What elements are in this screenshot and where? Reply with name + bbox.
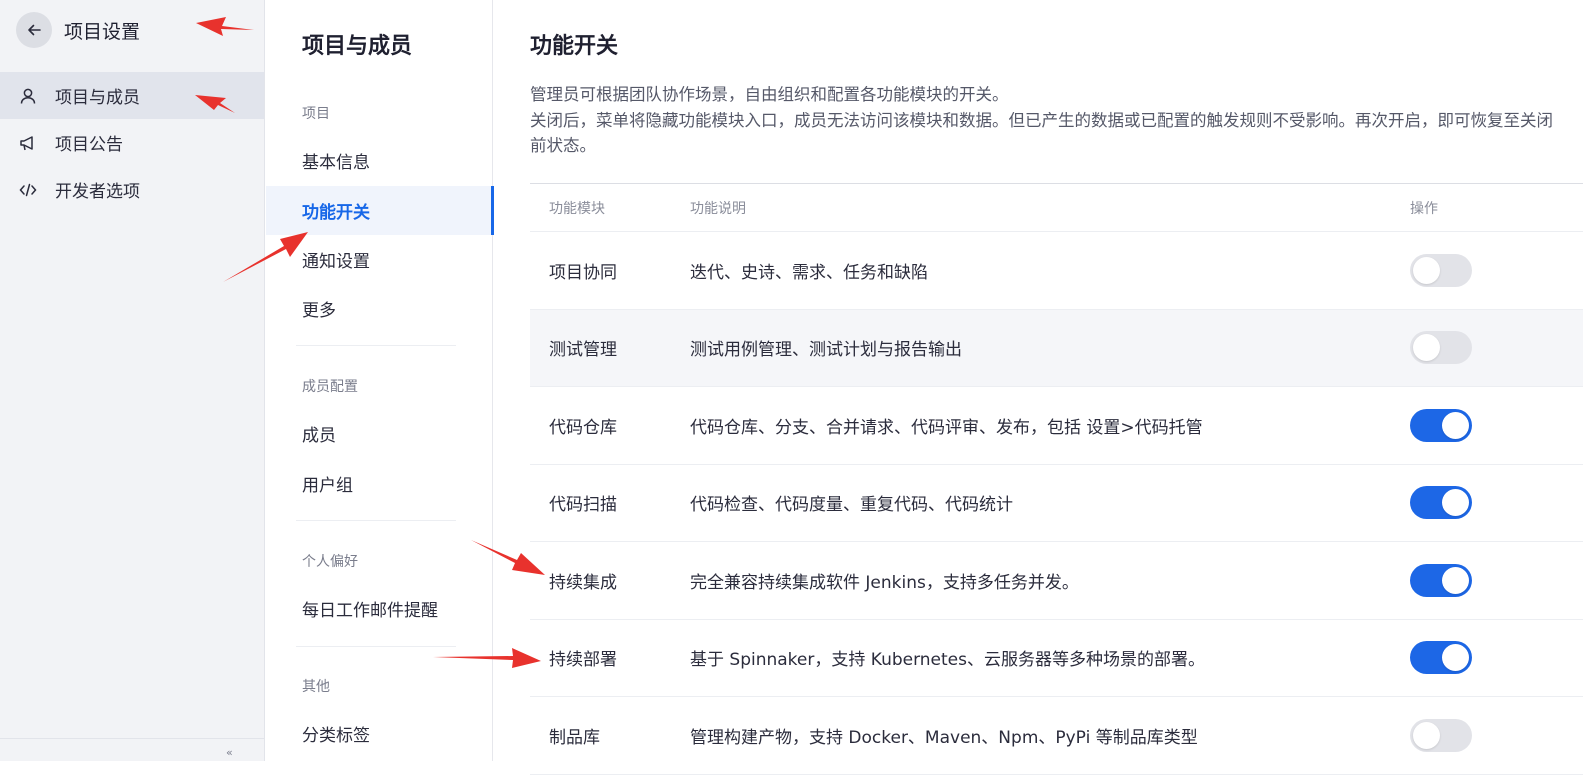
description-line: 关闭后，菜单将隐藏功能模块入口，成员无法访问该模块和数据。但已产生的数据或已配置… xyxy=(530,110,1553,156)
toggle-knob xyxy=(1442,566,1469,594)
toggle-knob xyxy=(1413,334,1440,362)
sidebar-item-label: 项目与成员 xyxy=(55,88,140,108)
collapse-icon[interactable]: « xyxy=(226,746,233,759)
module-description: 测试用例管理、测试计划与报告输出 xyxy=(690,340,962,361)
subnav-item-daily-email[interactable]: 每日工作邮件提醒 xyxy=(266,584,493,633)
table-row: 持续集成 完全兼容持续集成软件 Jenkins，支持多任务并发。 xyxy=(530,542,1583,620)
sidebar-bottom-divider xyxy=(0,738,264,739)
module-description: 完全兼容持续集成软件 Jenkins，支持多任务并发。 xyxy=(690,572,1079,593)
table-row: 项目协同 迭代、史诗、需求、任务和缺陷 xyxy=(530,232,1583,310)
module-description: 基于 Spinnaker，支持 Kubernetes、云服务器等多种场景的部署。 xyxy=(690,650,1205,671)
user-icon xyxy=(18,86,38,106)
column-header-action: 操作 xyxy=(1410,200,1438,217)
module-name: 制品库 xyxy=(549,727,600,748)
module-name: 测试管理 xyxy=(549,340,617,361)
subnav-item-members[interactable]: 成员 xyxy=(266,409,493,458)
sidebar-item-label: 项目公告 xyxy=(55,135,123,155)
module-name: 项目协同 xyxy=(549,262,617,283)
megaphone-icon xyxy=(18,133,38,153)
toggle-knob xyxy=(1442,411,1469,439)
subnav-group-label: 个人偏好 xyxy=(302,554,358,570)
toggle-knob xyxy=(1413,256,1440,284)
subnav-item-more[interactable]: 更多 xyxy=(266,284,493,333)
sidebar-item-announcements[interactable]: 项目公告 xyxy=(0,119,264,166)
sidebar-item-developer-options[interactable]: 开发者选项 xyxy=(0,166,264,213)
subnav-item-feature-toggles[interactable]: 功能开关 xyxy=(266,186,494,235)
module-description: 代码检查、代码度量、重复代码、代码统计 xyxy=(690,495,1013,516)
code-icon xyxy=(18,180,38,200)
module-name: 持续集成 xyxy=(549,572,617,593)
feature-table: 功能模块 功能说明 操作 项目协同 迭代、史诗、需求、任务和缺陷 测试管理 测试… xyxy=(530,183,1583,775)
subnav-divider xyxy=(296,345,456,346)
subnav-group-label: 项目 xyxy=(302,106,330,122)
toggle-knob xyxy=(1442,644,1469,672)
subnav-divider xyxy=(296,520,456,521)
back-button[interactable] xyxy=(16,12,52,48)
subnav-group-label: 其他 xyxy=(302,679,330,695)
module-name: 代码仓库 xyxy=(549,417,617,438)
page-title: 功能开关 xyxy=(530,34,619,59)
settings-subnav: 项目与成员 项目 基本信息 功能开关 通知设置 更多 成员配置 成员 用户组 个… xyxy=(266,0,494,761)
table-header: 功能模块 功能说明 操作 xyxy=(530,184,1583,232)
sidebar-header: 项目设置 xyxy=(16,12,140,48)
module-toggle[interactable] xyxy=(1410,253,1472,287)
module-description: 管理构建产物，支持 Docker、Maven、Npm、PyPi 等制品库类型 xyxy=(690,727,1198,748)
module-toggle[interactable] xyxy=(1410,641,1472,675)
sidebar-title: 项目设置 xyxy=(64,20,141,43)
subnav-item-user-groups[interactable]: 用户组 xyxy=(266,459,493,508)
sidebar-item-project-members[interactable]: 项目与成员 xyxy=(0,72,264,119)
module-description: 代码仓库、分支、合并请求、代码评审、发布，包括 设置>代码托管 xyxy=(690,417,1203,438)
module-description: 迭代、史诗、需求、任务和缺陷 xyxy=(690,262,928,283)
subnav-group-label: 成员配置 xyxy=(302,379,358,395)
column-header-module: 功能模块 xyxy=(549,200,605,217)
module-name: 持续部署 xyxy=(549,650,617,671)
subnav-item-category-tags[interactable]: 分类标签 xyxy=(266,709,493,758)
table-row: 持续部署 基于 Spinnaker，支持 Kubernetes、云服务器等多种场… xyxy=(530,620,1583,697)
module-name: 代码扫描 xyxy=(549,495,617,516)
column-header-description: 功能说明 xyxy=(690,200,746,217)
arrow-left-icon xyxy=(28,24,41,36)
module-toggle[interactable] xyxy=(1410,408,1472,442)
table-row: 代码扫描 代码检查、代码度量、重复代码、代码统计 xyxy=(530,465,1583,542)
table-row: 制品库 管理构建产物，支持 Docker、Maven、Npm、PyPi 等制品库… xyxy=(530,697,1583,775)
toggle-knob xyxy=(1413,721,1440,749)
table-row: 代码仓库 代码仓库、分支、合并请求、代码评审、发布，包括 设置>代码托管 xyxy=(530,387,1583,465)
subnav-divider xyxy=(296,646,456,647)
table-row: 测试管理 测试用例管理、测试计划与报告输出 xyxy=(530,309,1583,387)
project-settings-sidebar: 项目设置 项目与成员 项目公告 开发者选项 « xyxy=(0,0,265,761)
page-description: 管理员可根据团队协作场景，自由组织和配置各功能模块的开关。 关闭后，菜单将隐藏功… xyxy=(530,82,1560,159)
description-line: 管理员可根据团队协作场景，自由组织和配置各功能模块的开关。 xyxy=(530,85,1009,104)
module-toggle[interactable] xyxy=(1410,563,1472,597)
module-toggle[interactable] xyxy=(1410,331,1472,365)
subnav-item-notifications[interactable]: 通知设置 xyxy=(266,235,493,284)
sidebar-item-label: 开发者选项 xyxy=(55,182,140,202)
subnav-title: 项目与成员 xyxy=(302,34,413,59)
module-toggle[interactable] xyxy=(1410,486,1472,520)
module-toggle[interactable] xyxy=(1410,718,1472,752)
subnav-item-basic-info[interactable]: 基本信息 xyxy=(266,136,493,185)
toggle-knob xyxy=(1442,489,1469,517)
feature-toggles-panel: 功能开关 管理员可根据团队协作场景，自由组织和配置各功能模块的开关。 关闭后，菜… xyxy=(530,0,1583,775)
